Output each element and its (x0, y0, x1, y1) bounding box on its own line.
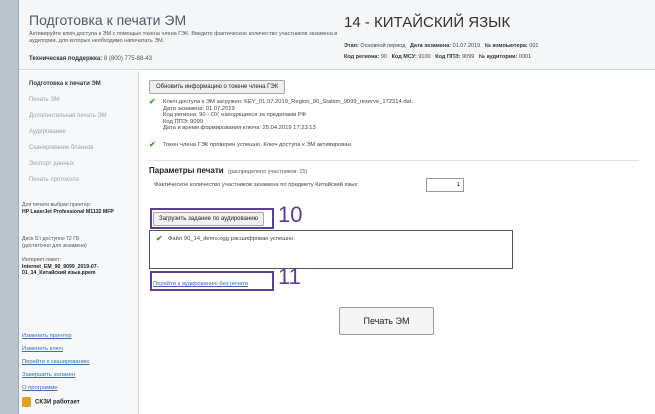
sidebar-item-prepare[interactable]: Подготовка к печати ЭМ (29, 81, 101, 87)
audio-log-box: ✔ Файл 90_14_demo.ogg расшифрован успешн… (149, 230, 513, 269)
change-printer-link[interactable]: Изменить принтер (22, 333, 72, 339)
exam-meta-line-1: Этап: Основной период Дата экзамена: 01.… (344, 43, 539, 49)
lock-icon (22, 397, 31, 407)
about-link[interactable]: О программе (22, 385, 57, 391)
highlight-10 (150, 208, 274, 229)
finish-exam-link[interactable]: Завершить экзамен (22, 372, 75, 378)
support-line: Техническая поддержка: 8 (800) 775-88-43 (29, 56, 152, 62)
disk-info: Диск S:\ доступно 72 ГБ (достаточно для … (22, 236, 87, 249)
divider (149, 160, 639, 161)
skzi-status: СКЗИ работает (22, 397, 80, 407)
printer-info: Для печати выбран принтер: HP LaserJet P… (22, 202, 114, 215)
sidebar-item-scan[interactable]: Сканирование бланков (29, 145, 93, 151)
highlight-11 (150, 271, 274, 291)
token-status: Токен члена ГЭК проверен успешно. Ключ д… (163, 142, 353, 148)
check-icon: ✔ (156, 234, 163, 243)
print-params-title: Параметры печати (распределено участнико… (149, 166, 308, 175)
package-name: Internet_EM_90_9099_2019-07-01_14_Китайс… (22, 263, 99, 277)
participants-count-input[interactable] (426, 178, 464, 192)
callout-10: 10 (278, 202, 303, 227)
change-key-link[interactable]: Изменить ключ (22, 346, 63, 352)
exam-title: 14 - КИТАЙСКИЙ ЯЗЫК (344, 14, 511, 31)
exam-meta-line-2: Код региона: 90 Код МСУ: 9100 Код ППЭ: 9… (344, 54, 532, 60)
go-to-scan-link[interactable]: Перейти к сканированию (22, 359, 89, 365)
callout-11: 11 (278, 264, 301, 289)
page-title: Подготовка к печати ЭМ (29, 12, 187, 28)
sidebar-item-protocol[interactable]: Печать протокола (29, 177, 79, 183)
header: Подготовка к печати ЭМ Активируйте ключ … (19, 0, 655, 70)
key-info: Ключ доступа к ЭМ загружен: KEY_01.07.20… (163, 99, 413, 131)
printer-name: HP LaserJet Professional M1132 MFP (22, 208, 114, 215)
refresh-token-button[interactable]: Обновить информацию о токене члена ГЭК (149, 80, 286, 94)
page-description: Активируйте ключ доступа к ЭМ с помощью … (29, 31, 338, 44)
sidebar-item-export[interactable]: Экспорт данных (29, 161, 74, 167)
print-em-button[interactable]: Печать ЭМ (339, 307, 434, 335)
participants-label: Фактическое количество участников экзаме… (154, 182, 359, 188)
sidebar-item-extra-print[interactable]: Дополнительная печать ЭМ (29, 113, 107, 119)
check-icon: ✔ (149, 97, 156, 106)
check-icon: ✔ (149, 140, 156, 149)
sidebar: Подготовка к печати ЭМ Печать ЭМ Дополни… (19, 71, 139, 414)
audio-status: Файл 90_14_demo.ogg расшифрован успешно. (168, 236, 295, 242)
package-info: Интернет-пакет: Internet_EM_90_9099_2019… (22, 257, 99, 277)
sidebar-item-print[interactable]: Печать ЭМ (29, 97, 60, 103)
sidebar-item-audio[interactable]: Аудирование (29, 129, 66, 135)
support-phone: 8 (800) 775-88-43 (103, 56, 152, 62)
app-window: Подготовка к печати ЭМ Активируйте ключ … (18, 0, 655, 414)
